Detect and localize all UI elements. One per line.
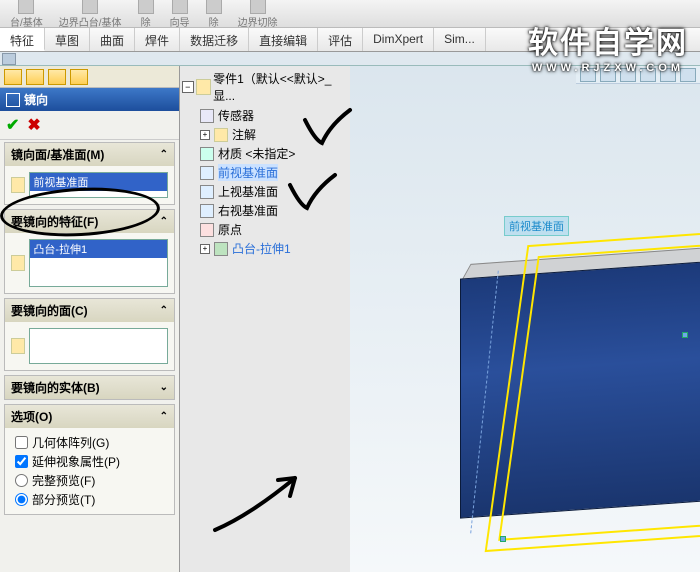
part-icon [196,79,211,95]
section-faces: 要镜向的面(C) ⌃ [4,298,175,371]
tab-sketch[interactable]: 草图 [45,28,90,51]
section-options: 选项(O) ⌃ 几何体阵列(G) 延伸视象属性(P) 完整预览(F) [4,404,175,515]
sensor-icon [200,109,214,123]
extrude-icon [214,242,228,256]
partial-preview-radio[interactable] [15,493,28,506]
pm-tab-strip [0,66,179,88]
tab-dimxpert[interactable]: DimXpert [363,28,434,51]
cmd-hole-wizard[interactable]: 向导 [164,0,196,29]
tree-node-sensors[interactable]: 传感器 [200,106,348,125]
geom-pattern-checkbox[interactable] [15,436,28,449]
pm-confirm-row: ✔ ✖ [0,111,179,140]
expand-icon[interactable]: − [182,81,194,93]
section-bodies: 要镜向的实体(B) ⌄ [4,375,175,400]
tree-node-feature1[interactable]: +凸台-拉伸1 [200,239,348,258]
pm-tab-featuremanager[interactable] [4,69,22,85]
tab-weldments[interactable]: 焊件 [135,28,180,51]
tab-data-migration[interactable]: 数据迁移 [180,28,249,51]
pm-tab-propertymanager[interactable] [26,69,44,85]
chevron-icon: ⌄ [160,382,168,393]
tab-simulation[interactable]: Sim... [434,28,486,51]
tree-root-label: 零件1（默认<<默认>_显... [213,70,348,104]
plane-icon [200,166,214,180]
cmd-cut-2[interactable]: 除 [200,0,228,29]
plane-icon [200,185,214,199]
section-bodies-header[interactable]: 要镜向的实体(B) ⌄ [5,376,174,399]
tab-features[interactable]: 特征 [0,28,45,51]
plane-handle[interactable] [682,332,688,338]
option-partial-preview[interactable]: 部分预览(T) [11,491,168,508]
cmd-boundary-cut[interactable]: 边界切除 [232,0,284,29]
annotation-icon [214,128,228,142]
pm-tab-configmanager[interactable] [48,69,66,85]
chevron-icon: ⌃ [160,149,168,160]
plane-select-icon [11,177,25,193]
chevron-icon: ⌃ [160,305,168,316]
watermark-url: WWW.RJZXW.COM [528,62,688,74]
features-list[interactable]: 凸台-拉伸1 [29,239,168,287]
tree-node-front-plane[interactable]: 前视基准面 [200,163,348,182]
tab-evaluate[interactable]: 评估 [318,28,363,51]
tree-node-annotations[interactable]: +注解 [200,125,348,144]
propagate-checkbox[interactable] [15,455,28,468]
pm-title-bar: 镜向 [0,88,179,111]
faces-list[interactable] [29,328,168,364]
watermark-text: 软件自学网 [528,27,688,60]
cmd-boss-base[interactable]: 台/基体 [4,0,49,29]
section-options-header[interactable]: 选项(O) ⌃ [5,405,174,428]
option-propagate[interactable]: 延伸视象属性(P) [11,453,168,470]
plane-icon [200,204,214,218]
full-preview-radio[interactable] [15,474,28,487]
expand-icon[interactable]: + [200,244,210,254]
tab-surfaces[interactable]: 曲面 [90,28,135,51]
pm-title-text: 镜向 [24,91,48,108]
expand-icon[interactable]: + [200,130,210,140]
chevron-icon: ⌃ [160,411,168,422]
tab-direct-editing[interactable]: 直接编辑 [249,28,318,51]
tree-node-origin[interactable]: 原点 [200,220,348,239]
feature-select-icon [11,255,25,271]
face-select-icon [11,338,25,354]
section-faces-header[interactable]: 要镜向的面(C) ⌃ [5,299,174,322]
ok-button[interactable]: ✔ [6,115,19,135]
graphics-viewport[interactable]: 前视基准面 [350,66,700,572]
tree-node-material[interactable]: 材质 <未指定> [200,144,348,163]
material-icon [200,147,214,161]
option-full-preview[interactable]: 完整预览(F) [11,472,168,489]
tree-root[interactable]: − 零件1（默认<<默认>_显... [182,70,348,104]
section-mirror-plane-header[interactable]: 镜向面/基准面(M) ⌃ [5,143,174,166]
mirror-icon [6,93,20,107]
option-geom-pattern[interactable]: 几何体阵列(G) [11,434,168,451]
main-area: 镜向 ✔ ✖ 镜向面/基准面(M) ⌃ 前视基准面 [0,66,700,572]
plane-handle[interactable] [500,536,506,542]
pm-tab-dimxpert[interactable] [70,69,88,85]
features-selected[interactable]: 凸台-拉伸1 [30,240,167,258]
feature-tree-flyout: − 零件1（默认<<默认>_显... 传感器 +注解 材质 <未指定> 前视基准… [180,66,350,572]
origin-icon [200,223,214,237]
chevron-icon: ⌃ [160,216,168,227]
cmd-boundary-boss[interactable]: 边界凸台/基体 [53,0,128,29]
property-manager: 镜向 ✔ ✖ 镜向面/基准面(M) ⌃ 前视基准面 [0,66,180,572]
cmd-cut-1[interactable]: 除 [132,0,160,29]
selected-plane-callout: 前视基准面 [504,216,569,236]
cancel-button[interactable]: ✖ [27,115,40,135]
toolbar-button-1[interactable] [2,53,16,65]
tree-node-top-plane[interactable]: 上视基准面 [200,182,348,201]
tree-node-right-plane[interactable]: 右视基准面 [200,201,348,220]
watermark: 软件自学网 WWW.RJZXW.COM [528,18,688,74]
